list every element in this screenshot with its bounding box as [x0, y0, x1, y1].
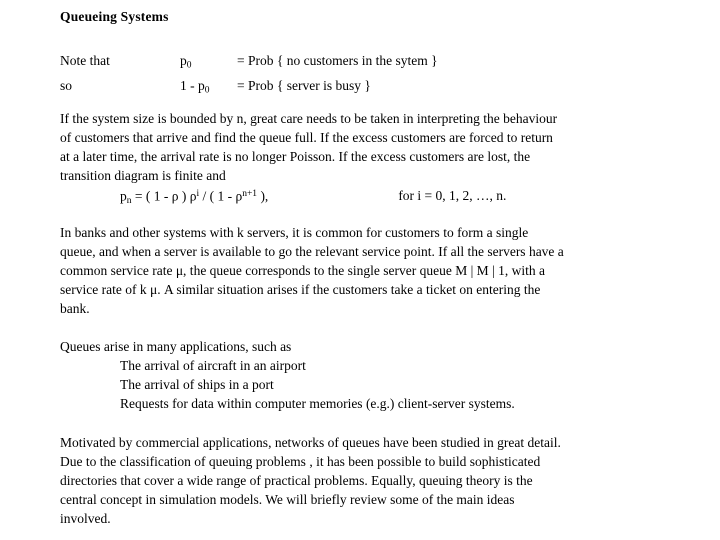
definition-symbol: p0 — [180, 51, 237, 76]
paragraph-line: directories that cover a wide range of p… — [60, 473, 533, 488]
formula-middle: = ( 1 - ρ ) ρ — [131, 188, 197, 204]
paragraph-line: central concept in simulation models. We… — [60, 492, 515, 507]
definition-lead: Note that — [60, 53, 110, 68]
paragraph-banks-servers: In banks and other systems with k server… — [60, 223, 685, 318]
list-item: The arrival of ships in a port — [120, 377, 274, 392]
definition-lead: so — [60, 77, 73, 93]
paragraph-line: queue, and when a server is available to… — [60, 244, 564, 259]
formula-p: p — [120, 188, 127, 204]
paragraph-line: involved. — [60, 511, 111, 526]
paragraph-line: at a later time, the arrival rate is no … — [60, 149, 531, 164]
table-row: Note that p0 = Prob { no customers in th… — [60, 51, 438, 76]
list-item: Requests for data within computer memori… — [120, 396, 515, 411]
formula-middle-2: / ( 1 - ρ — [199, 188, 243, 204]
definition-description: = Prob { no customers in the sytem } — [237, 53, 438, 68]
paragraph-line: common service rate μ, the queue corresp… — [60, 263, 546, 278]
definition-symbol-base: p — [180, 53, 187, 68]
applications-intro: Queues arise in many applications, such … — [60, 339, 292, 354]
paragraph-line: bank. — [60, 301, 90, 316]
paragraph-applications: Queues arise in many applications, such … — [60, 337, 685, 413]
paragraph-line: Due to the classification of queuing pro… — [60, 454, 541, 469]
formula-suffix: ), — [257, 188, 269, 204]
definition-symbol-base: 1 - p — [180, 77, 205, 93]
formula-expression: pn = ( 1 - ρ ) ρi / ( 1 - ρn+1 ), — [60, 185, 268, 211]
list-item: The arrival of aircraft in an airport — [120, 358, 306, 373]
slide-canvas: Queueing Systems Note that p0 = Prob { n… — [0, 0, 720, 540]
paragraph-motivation: Motivated by commercial applications, ne… — [60, 433, 685, 528]
paragraph-line: Motivated by commercial applications, ne… — [60, 435, 561, 450]
definition-symbol-subscript: 0 — [204, 85, 210, 96]
paragraph-line: transition diagram is finite and — [60, 168, 226, 183]
formula-condition: for i = 0, 1, 2, …, n. — [398, 188, 507, 204]
table-row: so 1 - p0 = Prob { server is busy } — [60, 76, 438, 101]
paragraph-line: If the system size is bounded by n, grea… — [60, 111, 558, 126]
paragraph-bounded-system: If the system size is bounded by n, grea… — [60, 109, 685, 185]
formula-row: pn = ( 1 - ρ ) ρi / ( 1 - ρn+1 ), for i =… — [60, 185, 685, 211]
page-title: Queueing Systems — [60, 9, 169, 24]
definition-symbol-subscript: 0 — [186, 60, 192, 71]
definition-symbol: 1 - p0 — [180, 76, 237, 101]
definition-description: = Prob { server is busy } — [237, 77, 371, 93]
paragraph-line: service rate of k μ. A similar situation… — [60, 282, 541, 297]
paragraph-line: of customers that arrive and find the qu… — [60, 130, 553, 145]
paragraph-line: In banks and other systems with k server… — [60, 225, 529, 240]
definitions-table: Note that p0 = Prob { no customers in th… — [60, 51, 438, 100]
formula-superscript-n1: n+1 — [242, 189, 258, 199]
